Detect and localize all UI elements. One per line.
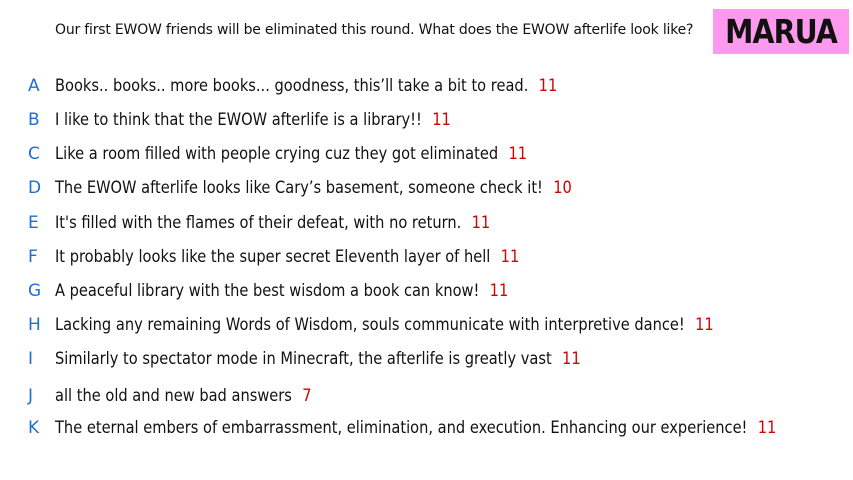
response-letter: C bbox=[28, 144, 40, 164]
response-text: Books.. books.. more books... goodness, … bbox=[55, 76, 529, 96]
response-line: A peaceful library with the best wisdom … bbox=[55, 281, 508, 301]
response-text: I like to think that the EWOW afterlife … bbox=[55, 110, 422, 130]
response-score: 11 bbox=[757, 418, 777, 438]
response-letter: E bbox=[28, 213, 39, 233]
response-text: It's filled with the flames of their def… bbox=[55, 213, 462, 233]
response-line: Books.. books.. more books... goodness, … bbox=[55, 76, 557, 96]
response-row: I Similarly to spectator mode in Minecra… bbox=[0, 349, 853, 373]
response-letter: H bbox=[28, 315, 41, 335]
response-score: 11 bbox=[562, 349, 581, 369]
contestant-name: MARUA bbox=[725, 12, 838, 51]
response-text: Lacking any remaining Words of Wisdom, s… bbox=[55, 315, 685, 335]
response-row: J all the old and new bad answers 7 bbox=[0, 386, 853, 410]
response-line: Lacking any remaining Words of Wisdom, s… bbox=[55, 315, 714, 335]
response-score: 11 bbox=[508, 144, 528, 164]
response-text: all the old and new bad answers bbox=[55, 386, 292, 406]
response-row: K The eternal embers of embarrassment, e… bbox=[0, 418, 853, 442]
response-text: A peaceful library with the best wisdom … bbox=[55, 281, 480, 301]
response-line: The eternal embers of embarrassment, eli… bbox=[55, 418, 776, 438]
response-text: The EWOW afterlife looks like Cary’s bas… bbox=[55, 178, 543, 198]
response-letter: I bbox=[28, 349, 34, 369]
response-row: C Like a room filled with people crying … bbox=[0, 144, 853, 168]
response-score: 11 bbox=[432, 110, 451, 130]
response-text: Similarly to spectator mode in Minecraft… bbox=[55, 349, 552, 369]
response-row: F It probably looks like the super secre… bbox=[0, 247, 853, 271]
response-line: It probably looks like the super secret … bbox=[55, 247, 519, 267]
response-text: It probably looks like the super secret … bbox=[55, 247, 491, 267]
response-score: 10 bbox=[553, 178, 572, 198]
response-line: It's filled with the flames of their def… bbox=[55, 213, 490, 233]
response-line: Similarly to spectator mode in Minecraft… bbox=[55, 349, 581, 369]
response-row: G A peaceful library with the best wisdo… bbox=[0, 281, 853, 305]
response-score: 11 bbox=[500, 247, 520, 267]
response-letter: K bbox=[28, 418, 40, 438]
response-text: Like a room filled with people crying cu… bbox=[55, 144, 499, 164]
response-letter: F bbox=[28, 247, 38, 267]
response-row: A Books.. books.. more books... goodness… bbox=[0, 76, 853, 100]
response-score: 7 bbox=[302, 386, 312, 406]
response-letter: G bbox=[28, 281, 42, 301]
response-line: all the old and new bad answers 7 bbox=[55, 386, 312, 406]
response-score: 11 bbox=[695, 315, 714, 335]
response-line: The EWOW afterlife looks like Cary’s bas… bbox=[55, 178, 572, 198]
prompt-text: Our first EWOW friends will be eliminate… bbox=[55, 22, 694, 38]
response-row: E It's filled with the flames of their d… bbox=[0, 213, 853, 237]
response-row: D The EWOW afterlife looks like Cary’s b… bbox=[0, 178, 853, 202]
response-score: 11 bbox=[471, 213, 491, 233]
response-score: 11 bbox=[538, 76, 558, 96]
response-letter: B bbox=[28, 110, 40, 130]
response-text: The eternal embers of embarrassment, eli… bbox=[55, 418, 748, 438]
response-letter: A bbox=[28, 76, 40, 96]
contestant-name-badge: MARUA bbox=[713, 9, 849, 54]
response-letter: J bbox=[28, 386, 34, 406]
response-line: Like a room filled with people crying cu… bbox=[55, 144, 527, 164]
response-score: 11 bbox=[489, 281, 509, 301]
response-letter: D bbox=[28, 178, 42, 198]
response-row: B I like to think that the EWOW afterlif… bbox=[0, 110, 853, 134]
response-line: I like to think that the EWOW afterlife … bbox=[55, 110, 451, 130]
response-row: H Lacking any remaining Words of Wisdom,… bbox=[0, 315, 853, 339]
